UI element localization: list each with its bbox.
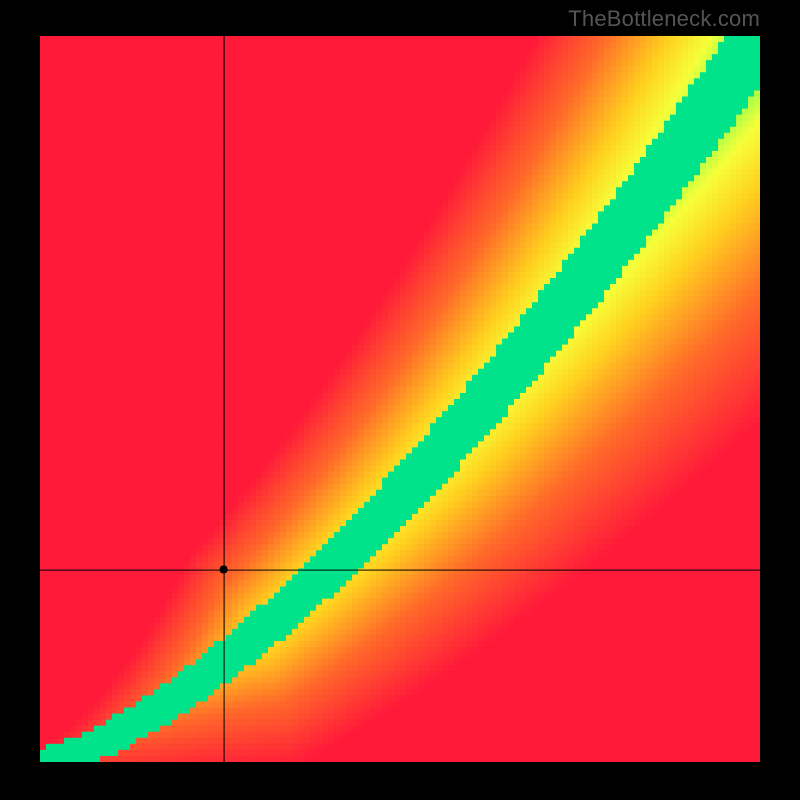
bottleneck-heatmap xyxy=(40,36,760,762)
stage: TheBottleneck.com xyxy=(0,0,800,800)
attribution-text: TheBottleneck.com xyxy=(568,6,760,32)
